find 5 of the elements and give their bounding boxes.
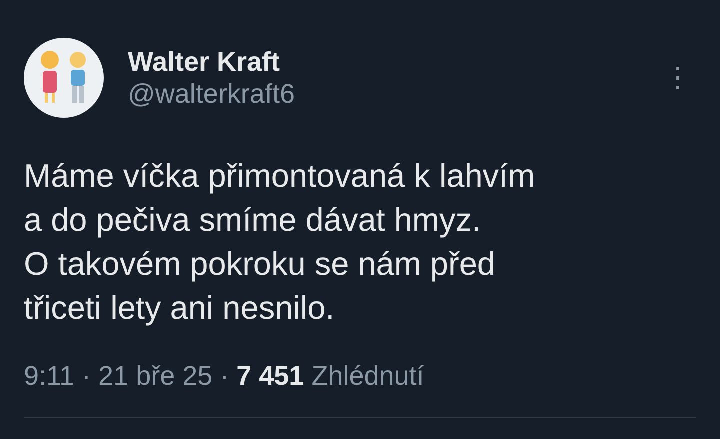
tweet-meta: 9:11 · 21 bře 25 · 7 451 Zhlédnutí (24, 360, 426, 393)
author-handle[interactable]: @walterkraft6 (128, 78, 660, 110)
avatar-icon (24, 38, 104, 118)
author-name[interactable]: Walter Kraft (128, 46, 660, 78)
tweet-text: Máme víčka přimontovaná k lahvím a do pečiva smíme dávat hmyz. O takovém pokroku se nám před třiceti lety ani nesnilo. (24, 157, 536, 328)
